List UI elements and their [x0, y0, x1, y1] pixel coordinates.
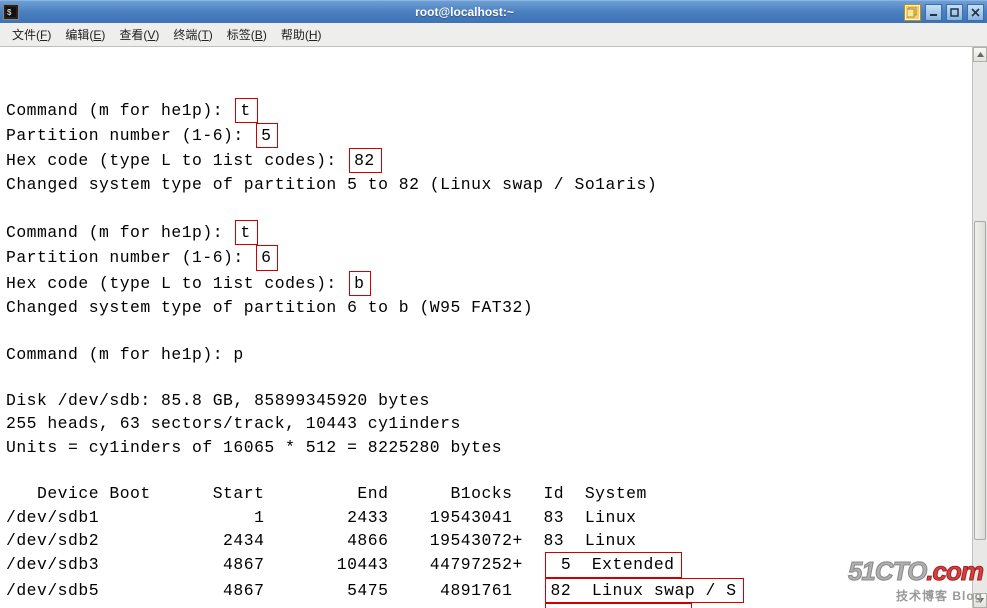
input-t-1: t: [235, 98, 257, 123]
maximize-button[interactable]: [946, 4, 963, 21]
scroll-up-button[interactable]: [973, 47, 987, 62]
cmd-line: Command (m for he1p): p: [6, 345, 244, 364]
blank-line: [6, 199, 16, 218]
window-titlebar: $ root@localhost:~: [0, 0, 987, 23]
hex-line: Hex code (type L to 1ist codes): 82: [6, 151, 382, 170]
menu-terminal[interactable]: 终端(T): [167, 23, 218, 46]
partition-line: Partition number (1-6): 5: [6, 126, 278, 145]
input-hex-82: 82: [349, 148, 382, 173]
cmd-line: Command (m for he1p): t: [6, 223, 258, 242]
table-row: /dev/sdb1 1 2433 19543041 83 Linux: [6, 508, 637, 527]
table-header: Device Boot Start End B1ocks Id System: [6, 484, 647, 503]
close-button[interactable]: [967, 4, 984, 21]
blank-line: [6, 76, 16, 95]
changed-line: Changed system type of partition 6 to b …: [6, 298, 533, 317]
terminal-icon: $: [3, 4, 19, 20]
vertical-scrollbar[interactable]: [972, 47, 987, 608]
units-info: Units = cy1inders of 16065 * 512 = 82252…: [6, 438, 502, 457]
terminal-output[interactable]: Command (m for he1p): t Partition number…: [0, 47, 972, 608]
blank-line: [6, 321, 16, 340]
hex-line: Hex code (type L to 1ist codes): b: [6, 274, 371, 293]
menu-tabs[interactable]: 标签(B): [221, 23, 273, 46]
scroll-thumb[interactable]: [974, 221, 986, 540]
scroll-down-button[interactable]: [973, 593, 987, 608]
heads-info: 255 heads, 63 sectors/track, 10443 cy1in…: [6, 414, 461, 433]
blank-line: [6, 368, 16, 387]
highlight-swap: 82 Linux swap / S: [545, 578, 743, 603]
cmd-line: Command (m for he1p): t: [6, 101, 258, 120]
sheets-icon[interactable]: [904, 4, 921, 21]
table-row: /dev/sdb3 4867 10443 44797252+ 5 Extende…: [6, 555, 682, 574]
highlight-fat32: b W95 FAT32: [545, 603, 691, 608]
input-hex-b: b: [349, 271, 371, 296]
menu-file[interactable]: 文件(F): [6, 23, 57, 46]
menu-help[interactable]: 帮助(H): [275, 23, 328, 46]
table-row: /dev/sdb2 2434 4866 19543072+ 83 Linux: [6, 531, 637, 550]
highlight-extended: 5 Extended: [545, 552, 681, 577]
input-partnum-5: 5: [256, 123, 278, 148]
window-title: root@localhost:~: [25, 5, 904, 19]
table-row: /dev/sdb5 4867 5475 4891761 82 Linux swa…: [6, 581, 744, 600]
minimize-button[interactable]: [925, 4, 942, 21]
changed-line: Changed system type of partition 5 to 82…: [6, 175, 657, 194]
menu-bar: 文件(F) 编辑(E) 查看(V) 终端(T) 标签(B) 帮助(H): [0, 23, 987, 47]
scroll-track[interactable]: [973, 62, 987, 593]
disk-info: Disk /dev/sdb: 85.8 GB, 85899345920 byte…: [6, 391, 430, 410]
blank-line: [6, 461, 16, 480]
input-t-2: t: [235, 220, 257, 245]
menu-edit[interactable]: 编辑(E): [59, 23, 111, 46]
input-partnum-6: 6: [256, 245, 278, 270]
partition-line: Partition number (1-6): 6: [6, 248, 278, 267]
svg-text:$: $: [7, 8, 12, 17]
menu-view[interactable]: 查看(V): [113, 23, 165, 46]
